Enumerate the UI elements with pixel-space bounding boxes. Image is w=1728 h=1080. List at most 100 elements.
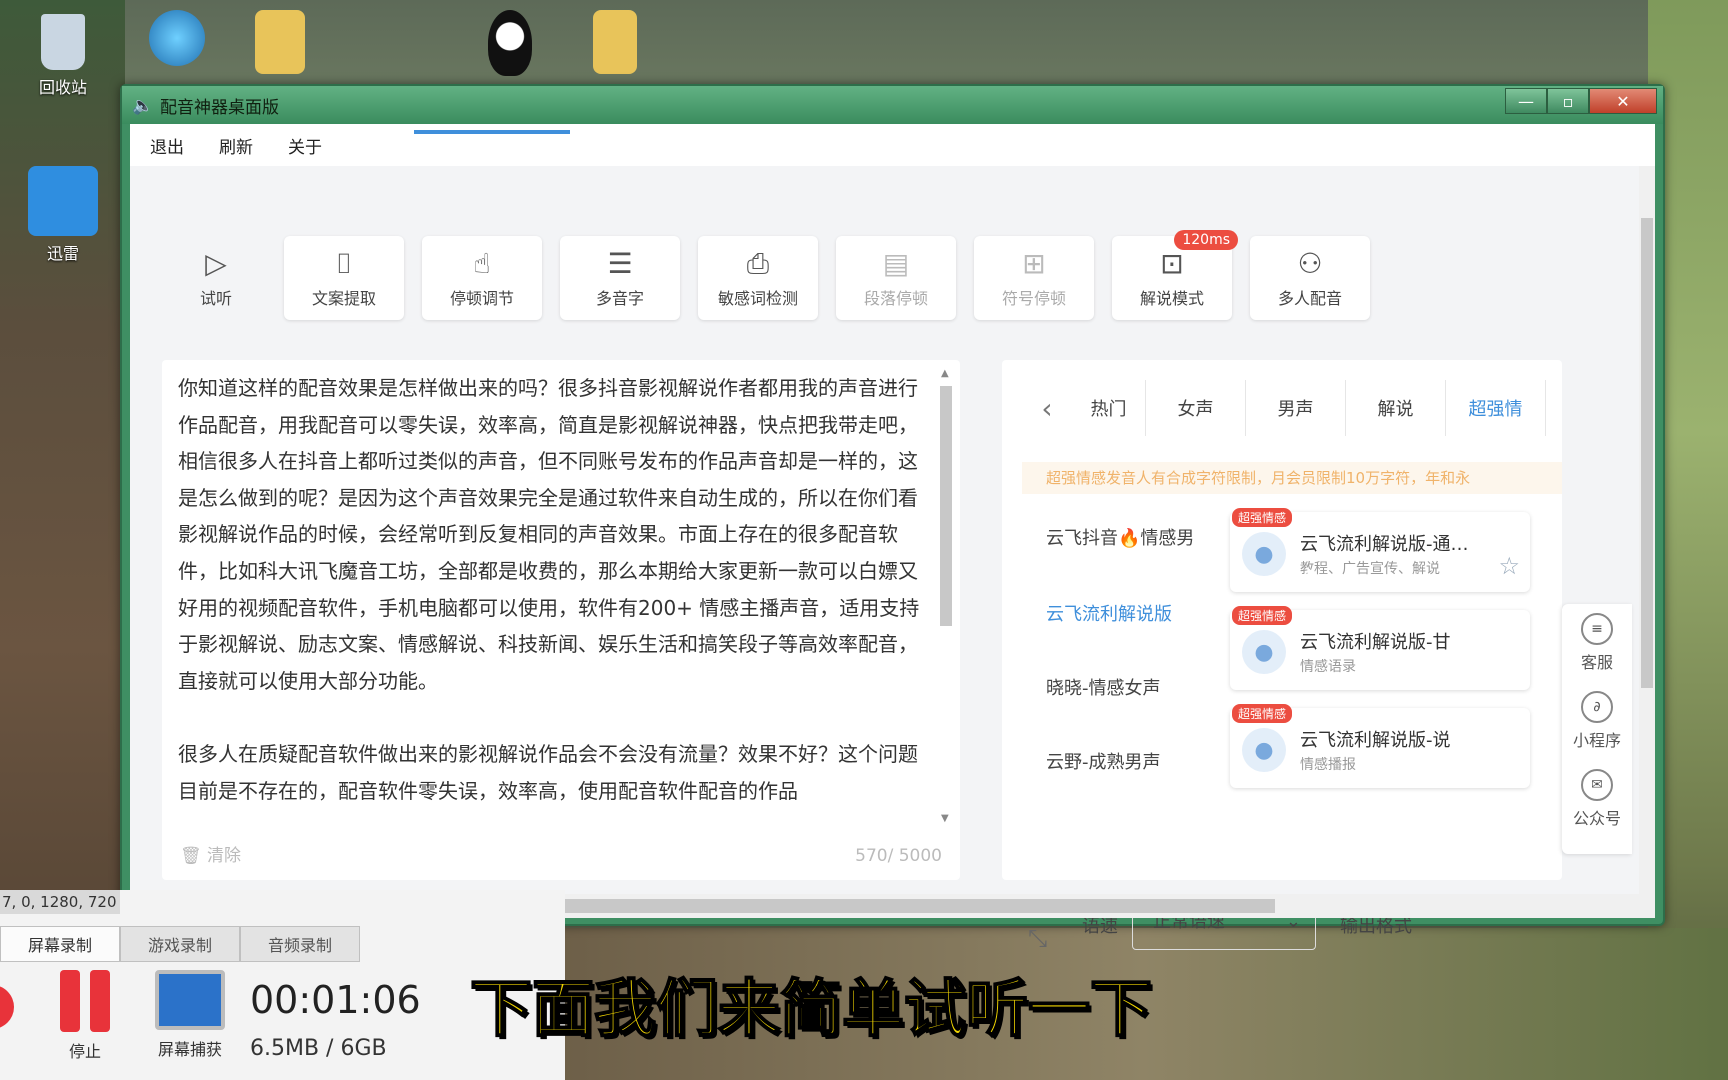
main-content: ▷ 试听 ⌷ 文案提取 ☝ 停顿调节 ☰ 多音字 ⎙ 敏感词检测 ▤ 段落停顿 ⊞ 符号停顿 … (130, 174, 1640, 952)
text-editor[interactable]: 你知道这样的配音效果是怎样做出来的吗？很多抖音影视解说作者都用我的声音进行作品配… (162, 360, 960, 880)
recorder-tabs: 屏幕录制 游戏录制 音频录制 (0, 926, 360, 962)
collapse-icon[interactable]: ⤡ (1028, 924, 1047, 952)
preview-label: 试听 (199, 289, 232, 308)
folder-icon (255, 10, 305, 74)
tab-audio-record[interactable]: 音频录制 (240, 926, 360, 962)
window-vertical-scrollbar[interactable] (1639, 166, 1655, 894)
mini-program-button[interactable]: ∂ 小程序 (1562, 682, 1632, 760)
menu-bar: 退出 刷新 关于 (130, 124, 1655, 166)
official-account-label: 公众号 (1572, 809, 1621, 828)
voice-item[interactable]: 云飞抖音🔥情感男 (1046, 524, 1194, 550)
window-scroll-thumb[interactable] (1641, 218, 1653, 688)
recycle-bin-shortcut[interactable]: 回收站 (18, 14, 108, 98)
clear-label: 清除 (207, 846, 241, 866)
pause-adjust-button[interactable]: ☝ 停顿调节 (422, 236, 542, 320)
monitor-icon (155, 970, 225, 1030)
avatar-icon: ● (1242, 532, 1286, 576)
folder2-shortcut[interactable] (570, 10, 660, 78)
tab-male[interactable]: 男声 (1246, 380, 1346, 436)
pause-icon (57, 970, 113, 1032)
sensitive-check-button[interactable]: ⎙ 敏感词检测 (698, 236, 818, 320)
screen-capture-button[interactable]: 屏幕捕获 (150, 970, 230, 1060)
thunder-label: 迅雷 (46, 244, 79, 263)
clear-button[interactable]: 🗑 清除 (180, 841, 241, 866)
voice-tabs: ‹ 热门 女声 男声 解说 超强情 (1022, 380, 1546, 436)
recycle-bin-label: 回收站 (38, 78, 87, 97)
stop-label: 停止 (68, 1042, 101, 1061)
thunder-shortcut[interactable]: 迅雷 (18, 166, 108, 264)
editor-scrollbar[interactable]: ▲ ▼ (940, 368, 952, 824)
voice-card-desc: 情感语录 (1300, 659, 1356, 675)
folder-icon (593, 10, 637, 74)
char-count: 570/ 5000 (855, 846, 942, 866)
folder-shortcut[interactable] (235, 10, 325, 78)
voice-card-title: 云飞流利解说版-甘 (1300, 632, 1451, 653)
emotion-tag: 超强情感 (1232, 606, 1293, 625)
voice-card[interactable]: 超强情感 ● 云飞流利解说版-说 情感播报 (1230, 704, 1530, 788)
tab-hot[interactable]: 热门 (1072, 380, 1146, 436)
active-tab-indicator (414, 130, 570, 134)
voice-item[interactable]: 晓晓-情感女声 (1046, 674, 1161, 700)
narration-mode-button[interactable]: 120ms ⊡ 解说模式 (1112, 230, 1238, 320)
globe-icon (149, 10, 205, 66)
hand-icon: ☝ (473, 247, 491, 280)
customer-service-button[interactable]: ≡ 客服 (1562, 604, 1632, 682)
screen-capture-label: 屏幕捕获 (157, 1040, 222, 1059)
scroll-up-icon[interactable]: ▲ (941, 368, 949, 379)
multi-voice-label: 多人配音 (1277, 289, 1342, 308)
camera-icon: ⌷ (335, 247, 353, 280)
voice-card[interactable]: 超强情感 ● 云飞流利解说版-甘 情感语录 (1230, 606, 1530, 690)
voice-item-selected[interactable]: 云飞流利解说版 (1046, 600, 1172, 626)
chevron-left-icon[interactable]: ‹ (1022, 392, 1072, 425)
tab-screen-record[interactable]: 屏幕录制 (0, 926, 120, 962)
speaker-icon: 🔈 (132, 96, 154, 116)
text-extract-label: 文案提取 (311, 289, 376, 308)
official-account-button[interactable]: ✉ 公众号 (1562, 760, 1632, 838)
emotion-tag: 超强情感 (1232, 704, 1293, 723)
symbol-pause-button[interactable]: ⊞ 符号停顿 (974, 236, 1094, 320)
limit-notice: 超强情感发音人有合成字符限制，月会员限制10万字符，年和永 (1022, 462, 1562, 494)
multi-voice-button[interactable]: ⚇ 多人配音 (1250, 236, 1370, 320)
sensitive-check-label: 敏感词检测 (717, 289, 798, 308)
qq-shortcut[interactable] (465, 10, 555, 80)
window-titlebar[interactable]: 🔈 配音神器桌面版 — ▫ ✕ (122, 86, 1663, 124)
wechat-icon: ✉ (1581, 769, 1613, 801)
narration-icon: ⊡ (1160, 247, 1184, 280)
trash-icon: 🗑 (180, 846, 207, 866)
close-button[interactable]: ✕ (1589, 88, 1657, 114)
voice-item[interactable]: 云野-成熟男声 (1046, 748, 1161, 774)
recycle-bin-icon (41, 14, 85, 70)
emotion-tag: 超强情感 (1232, 508, 1293, 527)
latency-badge: 120ms (1174, 230, 1238, 250)
paragraph-pause-button[interactable]: ▤ 段落停顿 (836, 236, 956, 320)
tab-game-record[interactable]: 游戏录制 (120, 926, 240, 962)
play-icon: ▷ (205, 247, 227, 280)
window-client: 退出 刷新 关于 ▷ 试听 ⌷ 文案提取 ☝ 停顿调节 ☰ 多音字 ⎙ 敏感词检测 ▤ 段落… (130, 124, 1655, 952)
record-size: 6.5MB / 6GB (250, 1036, 387, 1061)
maximize-button[interactable]: ▫ (1547, 88, 1589, 114)
network-shortcut[interactable] (132, 10, 222, 70)
editor-scroll-thumb[interactable] (940, 386, 952, 626)
text-extract-button[interactable]: ⌷ 文案提取 (284, 236, 404, 320)
paragraph-pause-label: 段落停顿 (863, 289, 928, 308)
menu-refresh[interactable]: 刷新 (219, 133, 253, 158)
voice-card-desc: 情感播报 (1300, 757, 1356, 773)
scroll-down-icon[interactable]: ▼ (941, 813, 949, 824)
editor-text[interactable]: 你知道这样的配音效果是怎样做出来的吗？很多抖音影视解说作者都用我的声音进行作品配… (178, 370, 923, 825)
sliders-icon: ☰ (607, 247, 633, 280)
tab-super-emotion[interactable]: 超强情 (1446, 380, 1546, 436)
mini-program-label: 小程序 (1572, 731, 1621, 750)
tab-narration[interactable]: 解说 (1346, 380, 1446, 436)
voice-card[interactable]: 超强情感 ● 云飞流利解说版-通… 教程、广告宣传、解说 ☆ (1230, 508, 1530, 592)
minimize-button[interactable]: — (1505, 88, 1547, 114)
printer-icon: ⎙ (746, 247, 770, 280)
tab-female[interactable]: 女声 (1146, 380, 1246, 436)
preview-button[interactable]: ▷ 试听 (166, 236, 266, 320)
menu-exit[interactable]: 退出 (150, 133, 184, 158)
menu-about[interactable]: 关于 (288, 133, 322, 158)
avatar-icon: ● (1242, 630, 1286, 674)
star-icon[interactable]: ☆ (1498, 552, 1520, 580)
chat-icon: ≡ (1581, 613, 1613, 645)
stop-button[interactable]: 停止 (50, 970, 120, 1062)
polyphone-button[interactable]: ☰ 多音字 (560, 236, 680, 320)
